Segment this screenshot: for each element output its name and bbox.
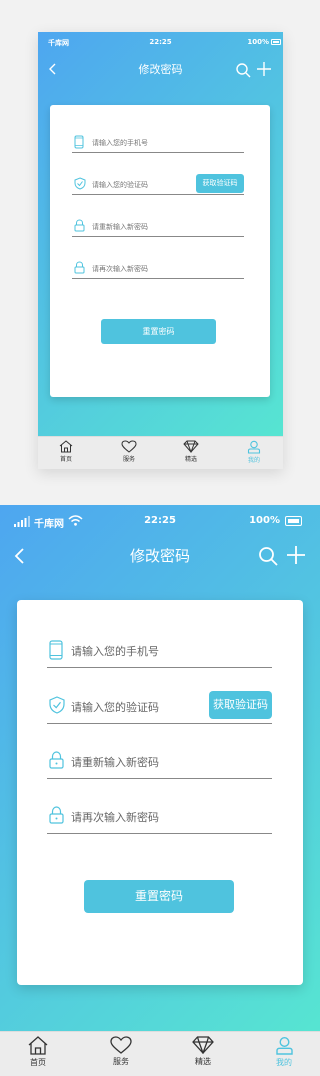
lock-icon: [49, 806, 64, 824]
reset-password-button[interactable]: 重置密码: [84, 880, 234, 913]
search-icon[interactable]: [235, 62, 251, 78]
tab-home[interactable]: 首页: [13, 1036, 63, 1068]
nav-bar: 修改密码: [38, 60, 283, 80]
plus-icon[interactable]: [287, 546, 305, 564]
shield-icon: [49, 696, 65, 714]
plus-icon[interactable]: [257, 62, 271, 76]
shield-icon: [74, 177, 86, 190]
preview-screen: 千库网 22:25 100% 修改密码 请输入您的手机号 请输入您的验证码 获取…: [38, 32, 283, 469]
lock-icon: [74, 261, 85, 274]
phone-placeholder: 请输入您的手机号: [92, 139, 148, 147]
new-password-field[interactable]: 请重新输入新密码: [47, 745, 272, 779]
tab-label: 首页: [30, 1058, 46, 1067]
tab-label: 服务: [113, 1057, 129, 1066]
new-password-placeholder: 请重新输入新密码: [92, 223, 148, 231]
new-password-placeholder: 请重新输入新密码: [71, 756, 159, 769]
confirm-password-field[interactable]: 请再次输入新密码: [72, 257, 244, 279]
tab-mine[interactable]: 我的: [234, 440, 274, 464]
tab-label: 精选: [195, 1057, 211, 1066]
status-bar: 千库网 22:25 100%: [0, 514, 320, 530]
form-card: 请输入您的手机号 请输入您的验证码 获取验证码 请重新输入新密码 请再次输入新密…: [17, 600, 303, 985]
phone-field[interactable]: 请输入您的手机号: [47, 634, 272, 668]
nav-bar: 修改密码: [0, 541, 320, 571]
diamond-icon: [192, 1036, 214, 1054]
get-code-button[interactable]: 获取验证码: [209, 691, 272, 719]
tab-featured[interactable]: 精选: [171, 440, 211, 463]
battery-icon: [271, 39, 281, 45]
battery-percent: 100%: [247, 38, 269, 46]
tab-label: 服务: [122, 456, 135, 463]
tab-service[interactable]: 服务: [96, 1036, 146, 1067]
user-icon: [247, 440, 261, 454]
lock-icon: [49, 751, 64, 769]
code-placeholder: 请输入您的验证码: [71, 701, 159, 714]
tab-featured[interactable]: 精选: [178, 1036, 228, 1067]
new-password-field[interactable]: 请重新输入新密码: [72, 215, 244, 237]
tab-label: 我的: [247, 457, 260, 464]
user-icon: [275, 1036, 293, 1055]
reset-password-button[interactable]: 重置密码: [101, 319, 216, 344]
get-code-button[interactable]: 获取验证码: [196, 174, 244, 193]
confirm-password-placeholder: 请再次输入新密码: [92, 265, 148, 273]
main-screen: 千库网 22:25 100% 修改密码 请输入您的手机号 请输入您的验证码 获取…: [0, 505, 320, 1076]
tab-bar: 首页 服务 精选 我的: [0, 1031, 320, 1076]
confirm-password-field[interactable]: 请再次输入新密码: [47, 800, 272, 834]
phone-placeholder: 请输入您的手机号: [71, 645, 159, 658]
tab-bar: 首页 服务 精选 我的: [38, 436, 283, 469]
tab-label: 首页: [59, 456, 72, 463]
tab-service[interactable]: 服务: [109, 440, 149, 463]
phone-icon: [49, 640, 63, 660]
tab-home[interactable]: 首页: [46, 440, 86, 463]
lock-icon: [74, 219, 85, 232]
form-card: 请输入您的手机号 请输入您的验证码 获取验证码 请重新输入新密码 请再次输入新密…: [50, 105, 270, 397]
heart-icon: [121, 440, 137, 453]
heart-icon: [110, 1036, 132, 1054]
home-icon: [28, 1036, 48, 1055]
status-bar: 千库网 22:25 100%: [38, 38, 283, 50]
code-field[interactable]: 请输入您的验证码 获取验证码: [72, 173, 244, 195]
tab-label: 我的: [276, 1058, 292, 1067]
code-placeholder: 请输入您的验证码: [92, 181, 148, 189]
clock: 22:25: [149, 38, 172, 46]
home-icon: [59, 440, 73, 453]
phone-icon: [74, 135, 84, 149]
phone-field[interactable]: 请输入您的手机号: [72, 131, 244, 153]
battery-percent: 100%: [249, 515, 280, 526]
battery-icon: [285, 516, 302, 526]
confirm-password-placeholder: 请再次输入新密码: [71, 811, 159, 824]
code-field[interactable]: 请输入您的验证码 获取验证码: [47, 690, 272, 724]
tab-label: 精选: [184, 456, 197, 463]
diamond-icon: [183, 440, 199, 453]
search-icon[interactable]: [258, 546, 278, 566]
canvas: 千库网 22:25 100% 修改密码 请输入您的手机号 请输入您的验证码 获取…: [0, 0, 320, 1076]
tab-mine[interactable]: 我的: [259, 1036, 309, 1068]
